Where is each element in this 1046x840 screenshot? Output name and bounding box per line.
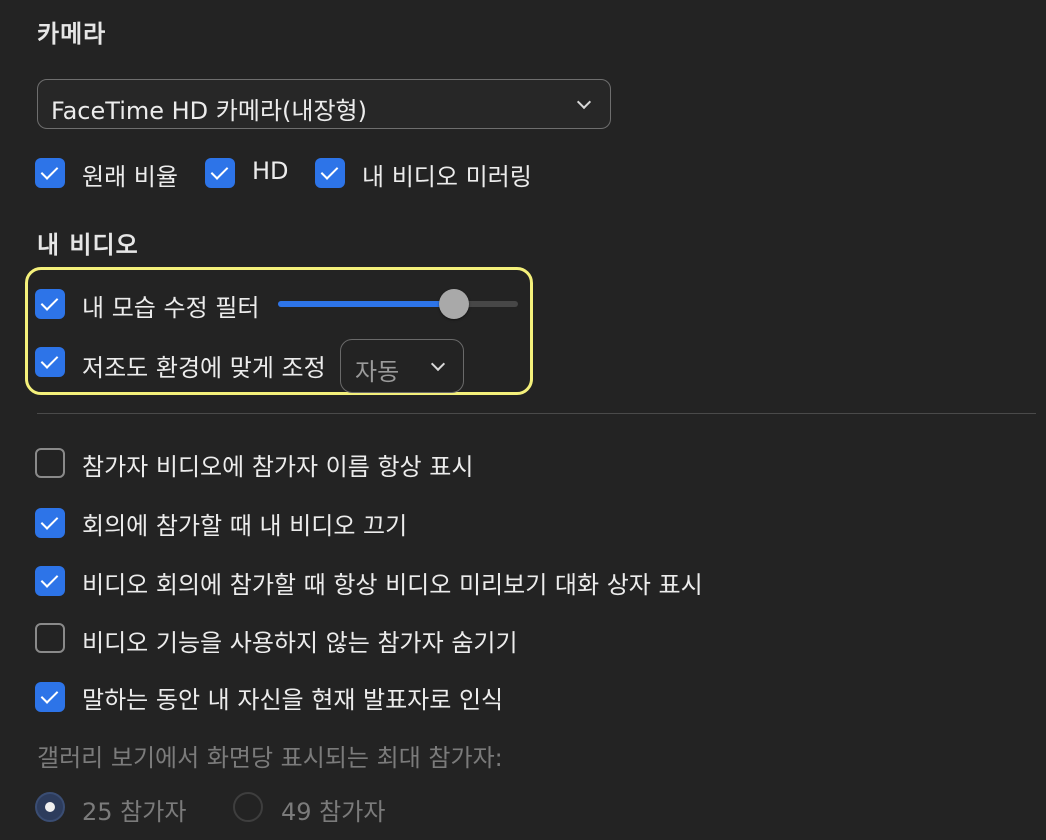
gallery-49-label: 49 참가자 (281, 798, 386, 826)
gallery-25-radio[interactable] (35, 792, 65, 822)
touch-up-checkbox[interactable] (35, 289, 65, 319)
spotlight-self-label: 말하는 동안 내 자신을 현재 발표자로 인식 (82, 686, 504, 714)
gallery-max-title: 갤러리 보기에서 화면당 표시되는 최대 참가자: (37, 744, 503, 772)
camera-device-value: FaceTime HD 카메라(내장형) (51, 97, 367, 125)
original-ratio-label: 원래 비율 (82, 163, 178, 191)
touch-up-slider-thumb[interactable] (439, 289, 469, 319)
low-light-mode-select[interactable]: 자동 (340, 339, 464, 393)
low-light-mode-value: 자동 (355, 358, 400, 386)
gallery-49-radio[interactable] (233, 792, 263, 822)
video-preview-checkbox[interactable] (35, 566, 65, 596)
hd-label: HD (252, 157, 289, 185)
camera-device-dropdown[interactable]: FaceTime HD 카메라(내장형) (37, 79, 611, 129)
hide-non-video-label: 비디오 기능을 사용하지 않는 참가자 숨기기 (82, 629, 518, 657)
spotlight-self-checkbox[interactable] (35, 682, 65, 712)
turn-off-video-label: 회의에 참가할 때 내 비디오 끄기 (82, 512, 408, 540)
mirror-video-checkbox[interactable] (315, 158, 345, 188)
video-preview-label: 비디오 회의에 참가할 때 항상 비디오 미리보기 대화 상자 표시 (82, 571, 703, 599)
original-ratio-checkbox[interactable] (35, 158, 65, 188)
low-light-label: 저조도 환경에 맞게 조정 (82, 354, 326, 382)
touch-up-slider-fill (278, 301, 454, 307)
mirror-video-label: 내 비디오 미러링 (362, 163, 532, 191)
chevron-down-icon (430, 356, 446, 372)
always-show-names-checkbox[interactable] (35, 448, 65, 478)
camera-section-title: 카메라 (37, 20, 107, 48)
my-video-section-title: 내 비디오 (37, 231, 139, 259)
low-light-checkbox[interactable] (35, 347, 65, 377)
chevron-down-icon (576, 94, 592, 110)
gallery-25-label: 25 참가자 (82, 798, 187, 826)
touch-up-label: 내 모습 수정 필터 (82, 294, 260, 322)
turn-off-video-checkbox[interactable] (35, 508, 65, 538)
hide-non-video-checkbox[interactable] (35, 623, 65, 653)
hd-checkbox[interactable] (205, 158, 235, 188)
section-divider (37, 413, 1036, 414)
always-show-names-label: 참가자 비디오에 참가자 이름 항상 표시 (82, 453, 474, 481)
